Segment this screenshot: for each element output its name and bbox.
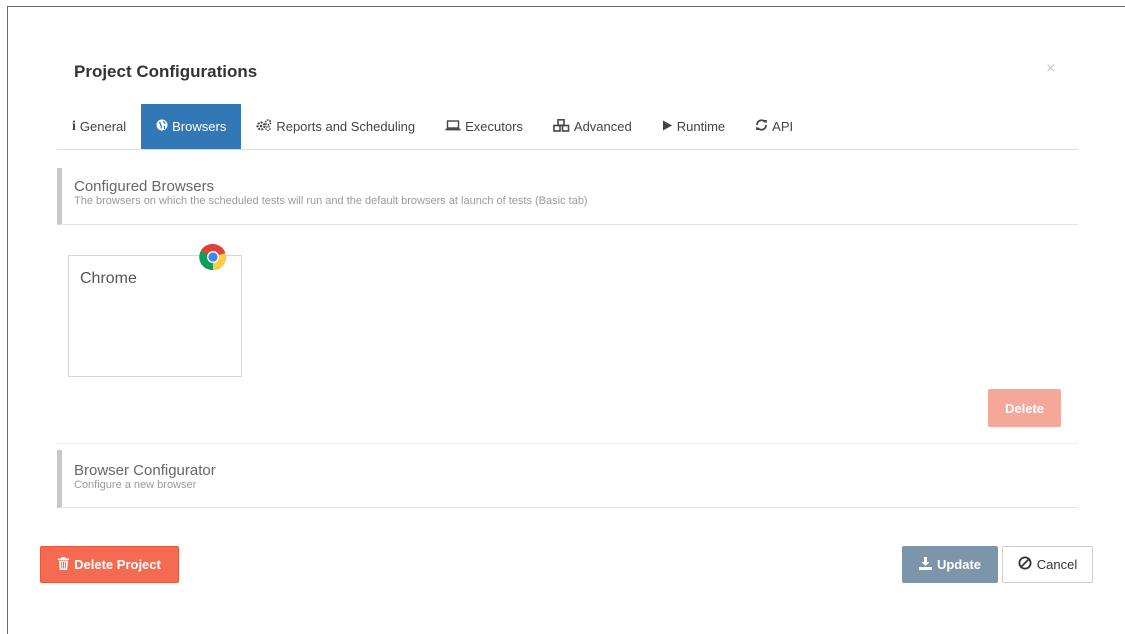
delete-browser-button[interactable]: Delete: [988, 389, 1061, 427]
tab-label: API: [772, 119, 794, 134]
section-heading: Browser Configurator: [74, 462, 216, 479]
trash-icon: [58, 556, 70, 573]
tab-api[interactable]: API: [740, 104, 808, 149]
update-button[interactable]: Update: [902, 546, 998, 583]
button-label: Delete Project: [74, 557, 161, 572]
browser-name: Chrome: [80, 270, 137, 287]
tab-bar: i General Browsers Reports and Schedulin…: [57, 104, 1078, 150]
section-description: Configure a new browser: [74, 479, 197, 491]
configured-browsers-header[interactable]: Configured Browsers The browsers on whic…: [57, 168, 1078, 225]
tab-reports-and-scheduling[interactable]: Reports and Scheduling: [241, 104, 430, 149]
laptop-icon: [445, 119, 461, 134]
cancel-button[interactable]: Cancel: [1002, 546, 1093, 583]
section-description: The browsers on which the scheduled test…: [74, 195, 588, 207]
tab-label: Executors: [465, 119, 523, 134]
browser-card-chrome[interactable]: Chrome: [68, 255, 242, 377]
tab-advanced[interactable]: Advanced: [538, 104, 647, 149]
tab-label: Runtime: [676, 119, 726, 134]
refresh-icon: [755, 119, 768, 134]
tab-label: Browsers: [172, 119, 227, 134]
browser-configurator-header[interactable]: Browser Configurator Configure a new bro…: [57, 450, 1078, 508]
tab-label: General: [79, 119, 127, 134]
tab-label: Reports and Scheduling: [276, 119, 416, 134]
tab-label: Advanced: [573, 119, 632, 134]
close-icon[interactable]: ×: [1046, 60, 1055, 78]
gears-icon: [256, 119, 272, 134]
info-icon: i: [72, 118, 76, 134]
tab-runtime[interactable]: Runtime: [647, 104, 740, 149]
section-heading: Configured Browsers: [74, 178, 215, 195]
button-label: Cancel: [1036, 557, 1078, 572]
tab-executors[interactable]: Executors: [430, 104, 538, 149]
button-label: Update: [936, 557, 982, 572]
chrome-icon: [199, 243, 226, 271]
play-icon: [662, 120, 673, 134]
globe-icon: [156, 119, 168, 134]
delete-project-button[interactable]: Delete Project: [40, 546, 179, 583]
cubes-icon: [553, 118, 570, 135]
download-icon: [918, 556, 932, 573]
ban-icon: [1018, 556, 1032, 573]
tab-general[interactable]: i General: [57, 104, 141, 149]
tab-browsers[interactable]: Browsers: [141, 104, 242, 149]
dialog-title: Project Configurations: [74, 62, 258, 81]
